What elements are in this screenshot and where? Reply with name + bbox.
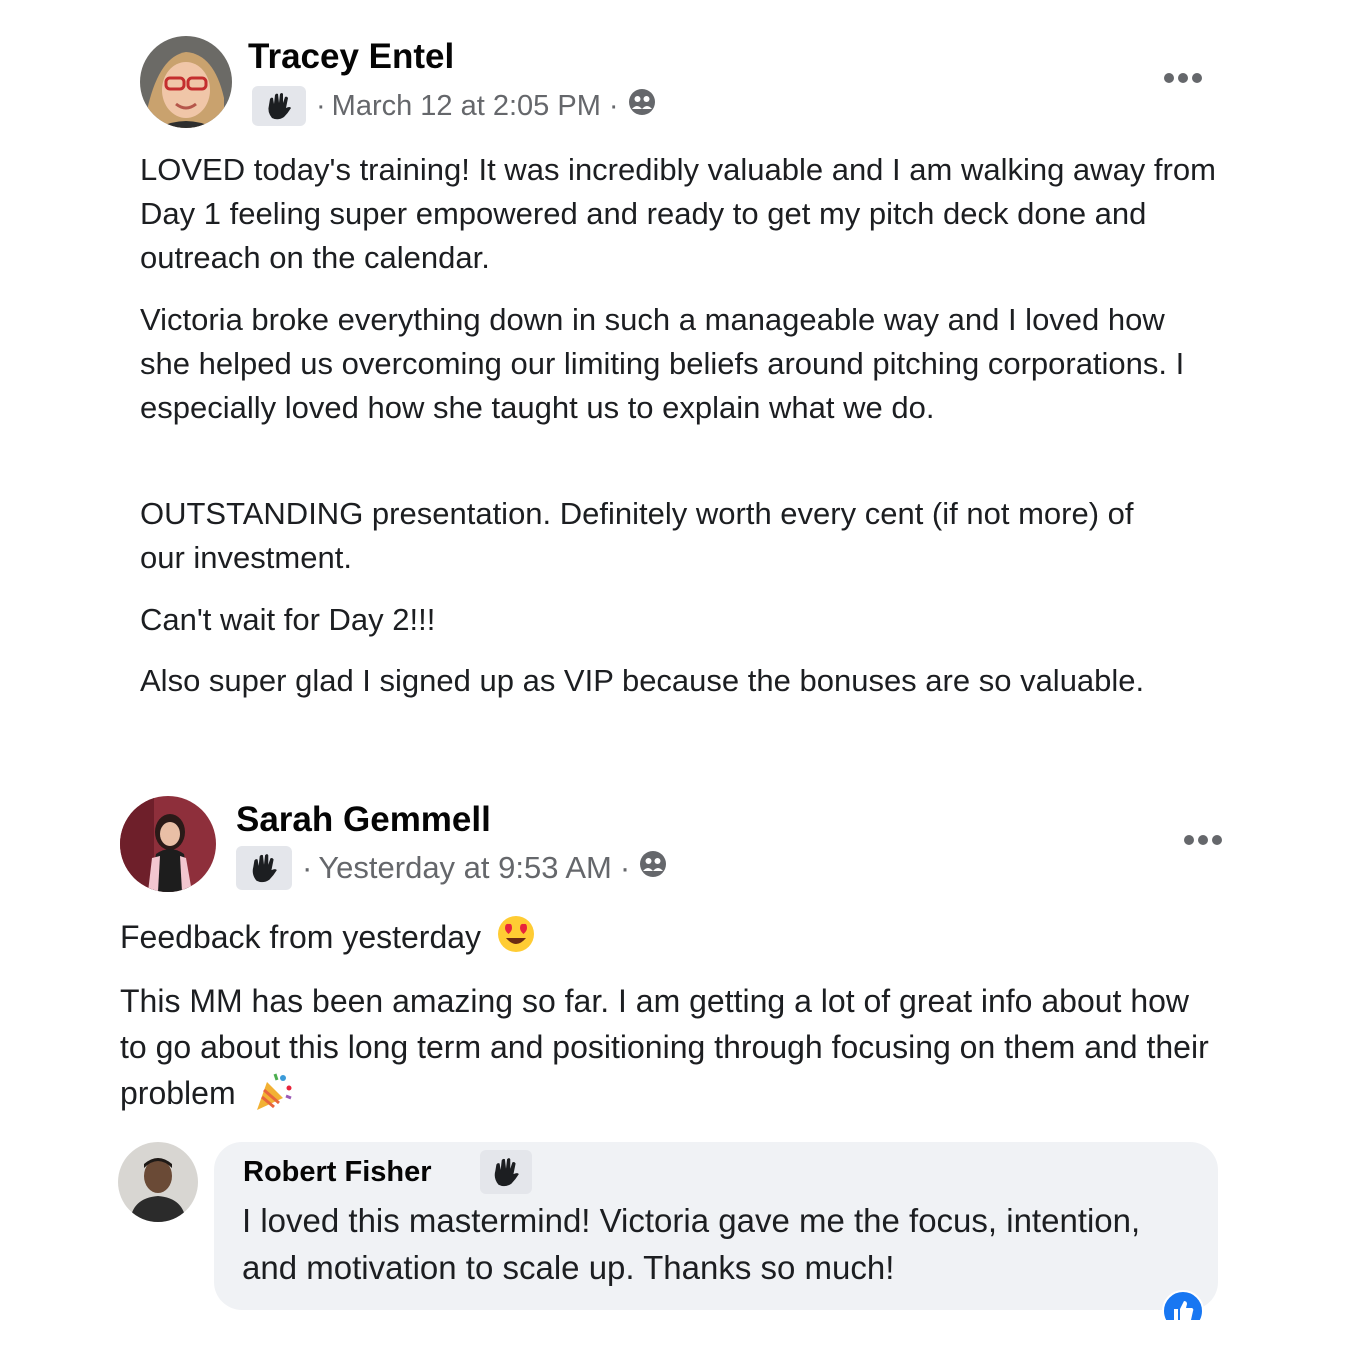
heart-eyes-emoji: [496, 914, 536, 966]
avatar-photo: [118, 1142, 198, 1222]
post-sarah: Sarah Gemmell · Yesterday at 9:53 AM · F…: [0, 780, 1350, 1130]
post-meta: · March 12 at 2:05 PM ·: [252, 86, 657, 126]
comment-author[interactable]: Robert Fisher: [243, 1156, 432, 1189]
group-icon: [627, 87, 657, 125]
post-paragraph: This MM has been amazing so far. I am ge…: [120, 978, 1220, 1124]
avatar[interactable]: [120, 796, 216, 892]
post-timestamp[interactable]: Yesterday at 9:53 AM: [318, 850, 612, 886]
meta-separator: ·: [302, 850, 313, 885]
more-options-icon[interactable]: [1182, 832, 1224, 848]
group-icon: [638, 849, 668, 887]
comment-text: I loved this mastermind! Victoria gave m…: [242, 1202, 1141, 1286]
meta-separator: ·: [608, 89, 619, 122]
post-paragraph-text: Feedback from yesterday: [120, 919, 482, 955]
wave-hand-icon: [236, 846, 292, 890]
meta-separator: ·: [619, 850, 631, 885]
author-name[interactable]: Tracey Entel: [248, 37, 454, 77]
wave-hand-icon: [480, 1150, 532, 1194]
post-meta: · Yesterday at 9:53 AM ·: [236, 846, 668, 890]
avatar-photo: [120, 796, 216, 892]
post-timestamp[interactable]: March 12 at 2:05 PM: [332, 90, 601, 123]
post-paragraph: Also super glad I signed up as VIP becau…: [140, 663, 1145, 698]
party-popper-emoji: [253, 1070, 293, 1124]
post-tracey: Tracey Entel · March 12 at 2:05 PM · LOV…: [0, 0, 1350, 760]
wave-hand-icon: [252, 86, 306, 126]
more-options-icon[interactable]: [1162, 70, 1204, 86]
meta-separator: ·: [316, 89, 326, 122]
avatar-photo: [140, 36, 232, 128]
post-paragraph: OUTSTANDING presentation. Definitely wor…: [140, 496, 1134, 575]
like-reaction-icon[interactable]: [1162, 1290, 1204, 1320]
comment-bubble: Robert Fisher I loved this mastermind! V…: [214, 1142, 1218, 1310]
post-paragraph: Victoria broke everything down in such a…: [140, 302, 1185, 425]
post-paragraph: LOVED today's training! It was incredibl…: [140, 152, 1216, 275]
post-paragraph: Feedback from yesterday: [120, 914, 1220, 966]
comment-avatar[interactable]: [118, 1142, 198, 1222]
post-paragraph: Can't wait for Day 2!!!: [140, 602, 436, 637]
author-name[interactable]: Sarah Gemmell: [236, 800, 491, 840]
avatar[interactable]: [140, 36, 232, 128]
